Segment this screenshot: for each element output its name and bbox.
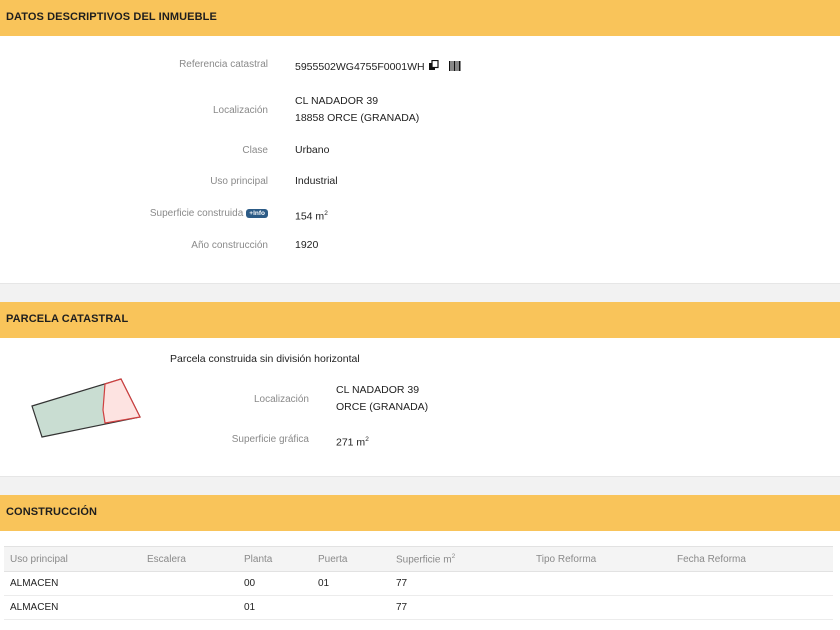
col-header-tipo-reforma: Tipo Reforma — [530, 546, 671, 572]
localizacion-line2: 18858 ORCE (GRANADA) — [295, 112, 420, 124]
superficie-grafica-label: Superficie gráfica — [231, 434, 309, 445]
superficie-construida-exp: 2 — [324, 210, 328, 217]
table-cell: 01 — [238, 595, 312, 620]
table-cell — [312, 595, 390, 620]
anio-construccion-value: 1920 — [295, 239, 319, 251]
col-header-uso: Uso principal — [4, 546, 141, 572]
parcela-localizacion-line2: ORCE (GRANADA) — [336, 401, 429, 413]
section-title-parcela: PARCELA CATASTRAL — [6, 313, 129, 325]
table-row: ALMACEN 01 77 — [4, 595, 833, 620]
localizacion-value: CL NADADOR 39 18858 ORCE (GRANADA) — [295, 93, 419, 127]
section-header-inmueble: DATOS DESCRIPTIVOS DEL INMUEBLE — [0, 0, 840, 36]
ref-catastral-label: Referencia catastral — [179, 59, 268, 70]
section-header-parcela: PARCELA CATASTRAL — [0, 302, 840, 338]
section-gap — [0, 477, 840, 495]
superficie-construida-value: 154 m2 — [295, 205, 328, 226]
col-header-superficie: Superficie m2 — [390, 546, 530, 572]
superficie-grafica-exp: 2 — [365, 436, 369, 443]
parcela-subtitle: Parcela construida sin división horizont… — [170, 353, 360, 365]
localizacion-line1: CL NADADOR 39 — [295, 95, 379, 107]
info-button[interactable]: +Info — [246, 209, 268, 218]
superficie-construida-number: 154 m — [295, 210, 325, 223]
table-cell — [530, 571, 671, 596]
table-cell — [671, 571, 833, 596]
clase-value: Urbano — [295, 144, 330, 156]
uso-principal-value: Industrial — [295, 175, 338, 187]
barcode-icon[interactable] — [449, 60, 461, 77]
section-title-construccion: CONSTRUCCIÓN — [6, 506, 98, 518]
table-cell — [530, 595, 671, 620]
section-header-construccion: CONSTRUCCIÓN — [0, 495, 840, 531]
col-header-fecha-reforma: Fecha Reforma — [671, 546, 833, 572]
superficie-construida-text: Superficie construida — [149, 208, 244, 219]
table-cell — [141, 571, 238, 596]
table-cell: ALMACEN — [4, 571, 141, 596]
table-cell: 01 — [312, 571, 390, 596]
col-header-planta: Planta — [238, 546, 312, 572]
table-cell — [141, 595, 238, 620]
anio-construccion-label: Año construcción — [191, 240, 268, 251]
table-cell — [671, 595, 833, 620]
clase-label: Clase — [242, 145, 268, 156]
table-cell: ALMACEN — [4, 595, 141, 620]
superficie-construida-label: Superficie construida +Info — [150, 208, 268, 219]
col-header-superficie-exp: 2 — [451, 552, 456, 560]
ref-catastral-value: 5955502WG4755F0001WH — [295, 59, 461, 77]
section-body-parcela: Parcela construida sin división horizont… — [0, 338, 840, 477]
uso-principal-label: Uso principal — [210, 176, 268, 187]
col-header-puerta: Puerta — [312, 546, 390, 572]
table-cell: 00 — [238, 571, 312, 596]
superficie-grafica-value: 271 m2 — [336, 431, 369, 452]
table-cell: 77 — [390, 571, 530, 596]
col-header-superficie-text: Superficie m — [396, 554, 452, 566]
ref-catastral-text[interactable]: 5955502WG4755F0001WH — [295, 61, 425, 73]
parcela-localizacion-value: CL NADADOR 39 ORCE (GRANADA) — [336, 382, 428, 416]
section-body-inmueble: Referencia catastral 5955502WG4755F0001W… — [0, 36, 840, 284]
superficie-grafica-number: 271 m — [336, 436, 366, 449]
section-gap — [0, 284, 840, 302]
parcela-localizacion-line1: CL NADADOR 39 — [336, 384, 420, 396]
parcela-localizacion-label: Localización — [253, 394, 309, 405]
localizacion-label: Localización — [212, 105, 268, 116]
parcel-map-icon[interactable] — [28, 374, 144, 440]
copy-icon[interactable] — [428, 59, 439, 77]
col-header-escalera: Escalera — [141, 546, 238, 572]
table-cell: 77 — [390, 595, 530, 620]
table-header-row: Uso principal Escalera Planta Puerta Sup… — [4, 546, 833, 572]
section-title-inmueble: DATOS DESCRIPTIVOS DEL INMUEBLE — [6, 11, 217, 23]
construccion-table: Uso principal Escalera Planta Puerta Sup… — [4, 546, 833, 620]
table-row: ALMACEN 00 01 77 — [4, 571, 833, 596]
